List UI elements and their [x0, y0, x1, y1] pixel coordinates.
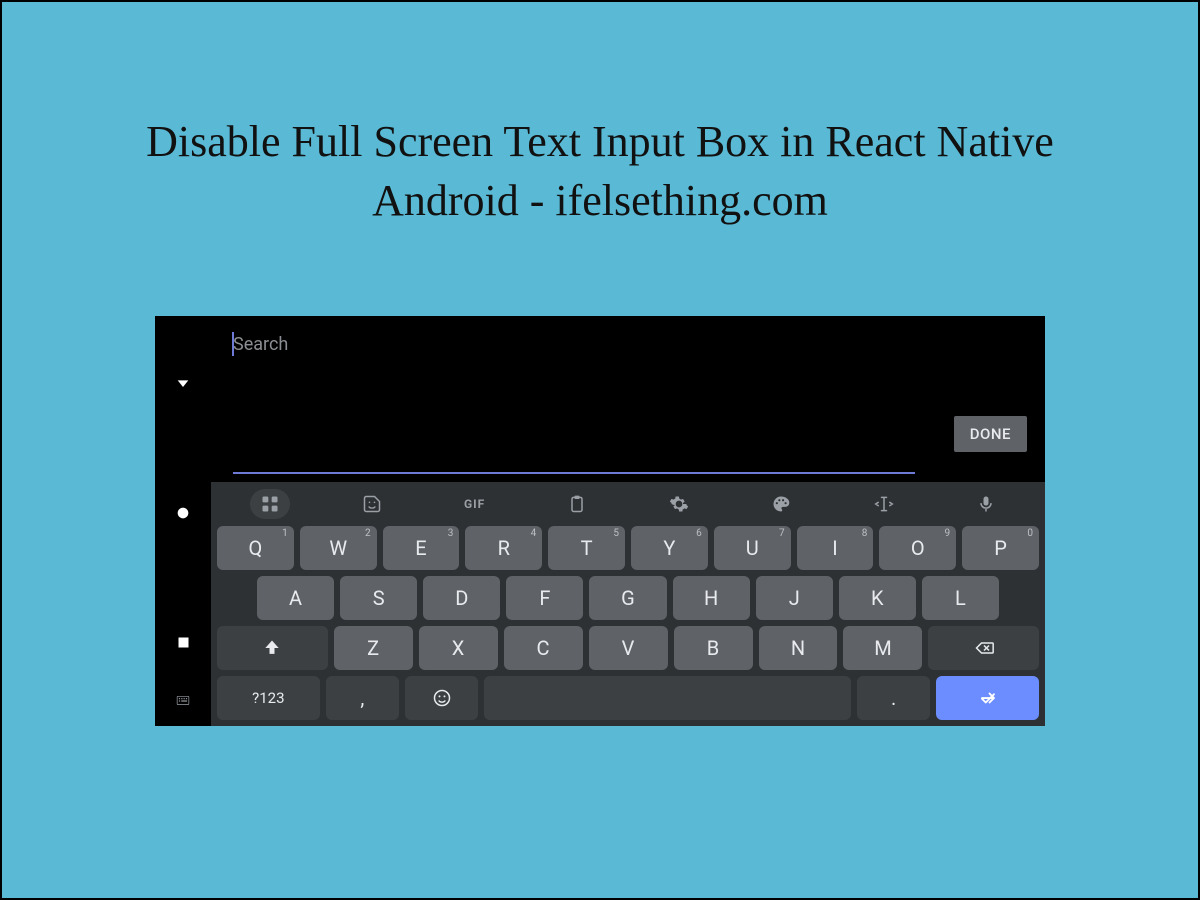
page-title: Disable Full Screen Text Input Box in Re… — [75, 112, 1125, 231]
key-t[interactable]: T5 — [548, 526, 625, 570]
nav-recents-icon[interactable] — [174, 634, 192, 652]
key-a[interactable]: A — [257, 576, 334, 620]
key-row-4: ?123 , . — [217, 676, 1039, 720]
key-g[interactable]: G — [589, 576, 666, 620]
clipboard-icon[interactable] — [528, 482, 626, 526]
theme-palette-icon[interactable] — [732, 482, 830, 526]
key-j[interactable]: J — [756, 576, 833, 620]
key-row-2: ASDFGHJKL — [217, 576, 1039, 620]
android-nav-bar — [155, 316, 211, 726]
key-s[interactable]: S — [340, 576, 417, 620]
comma-key[interactable]: , — [326, 676, 399, 720]
key-y[interactable]: Y6 — [631, 526, 708, 570]
key-c[interactable]: C — [504, 626, 583, 670]
fullscreen-text-input-area[interactable]: Search DONE — [211, 316, 1045, 482]
key-f[interactable]: F — [506, 576, 583, 620]
key-h[interactable]: H — [673, 576, 750, 620]
key-l[interactable]: L — [922, 576, 999, 620]
emoji-key[interactable] — [405, 676, 478, 720]
key-x[interactable]: X — [419, 626, 498, 670]
key-p[interactable]: P0 — [962, 526, 1039, 570]
key-row-1: Q1W2E3R4T5Y6U7I8O9P0 — [217, 526, 1039, 570]
spacebar-key[interactable] — [484, 676, 851, 720]
enter-key[interactable] — [936, 676, 1039, 720]
keyboard-switcher-icon[interactable] — [174, 692, 192, 710]
key-d[interactable]: D — [423, 576, 500, 620]
gif-icon[interactable]: GIF — [426, 482, 524, 526]
mic-icon[interactable] — [937, 482, 1035, 526]
key-k[interactable]: K — [839, 576, 916, 620]
key-row-3: ZXCVBNM — [217, 626, 1039, 670]
input-underline — [233, 472, 915, 474]
nav-back-icon[interactable] — [174, 374, 192, 392]
key-z[interactable]: Z — [334, 626, 413, 670]
key-q[interactable]: Q1 — [217, 526, 294, 570]
backspace-key[interactable] — [928, 626, 1039, 670]
sticker-icon[interactable] — [323, 482, 421, 526]
suggestion-strip: GIF — [211, 482, 1045, 526]
android-phone-landscape: Search DONE GIF — [155, 316, 1045, 726]
period-key[interactable]: . — [857, 676, 930, 720]
toolbar-menu-icon[interactable] — [221, 482, 319, 526]
text-edit-icon[interactable] — [835, 482, 933, 526]
key-m[interactable]: M — [843, 626, 922, 670]
key-n[interactable]: N — [759, 626, 838, 670]
nav-home-icon[interactable] — [174, 504, 192, 522]
search-placeholder: Search — [233, 334, 1023, 355]
key-o[interactable]: O9 — [879, 526, 956, 570]
key-u[interactable]: U7 — [714, 526, 791, 570]
key-b[interactable]: B — [674, 626, 753, 670]
key-e[interactable]: E3 — [383, 526, 460, 570]
key-i[interactable]: I8 — [797, 526, 874, 570]
done-button[interactable]: DONE — [954, 416, 1027, 452]
shift-key[interactable] — [217, 626, 328, 670]
symbols-key[interactable]: ?123 — [217, 676, 320, 720]
key-r[interactable]: R4 — [465, 526, 542, 570]
key-v[interactable]: V — [589, 626, 668, 670]
settings-gear-icon[interactable] — [630, 482, 728, 526]
screen-content: Search DONE GIF — [211, 316, 1045, 726]
gboard-keyboard: GIF Q1W2E3R4T5Y6U7I8O9P0 — [211, 482, 1045, 726]
key-w[interactable]: W2 — [300, 526, 377, 570]
